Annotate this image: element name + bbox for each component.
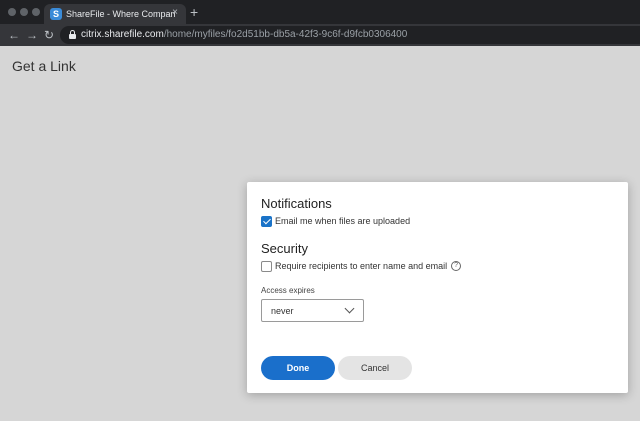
access-expires-value: never <box>271 306 294 316</box>
url-text: citrix.sharefile.com/home/myfiles/fo2d51… <box>81 29 407 41</box>
page-title: Get a Link <box>12 58 76 74</box>
access-expires-select[interactable]: never <box>261 299 364 322</box>
tab-title: ShareFile - Where Companies <box>66 9 176 19</box>
new-tab-icon[interactable]: + <box>190 5 198 19</box>
cancel-button[interactable]: Cancel <box>338 356 412 380</box>
chevron-down-icon <box>344 303 355 314</box>
address-bar[interactable]: citrix.sharefile.com/home/myfiles/fo2d51… <box>60 26 640 44</box>
lock-icon <box>69 30 76 39</box>
window-minimize-dot[interactable] <box>20 8 28 16</box>
done-button[interactable]: Done <box>261 356 335 380</box>
security-heading: Security <box>261 241 308 256</box>
url-host: citrix.sharefile.com <box>81 29 164 40</box>
help-icon[interactable]: ? <box>451 261 462 271</box>
get-link-options-dialog: Notifications Email me when files are up… <box>247 182 628 393</box>
notifications-heading: Notifications <box>261 196 332 211</box>
email-on-upload-option[interactable]: Email me when files are uploaded <box>261 215 410 227</box>
access-expires-label: Access expires <box>261 286 315 295</box>
forward-arrow-icon[interactable]: → <box>26 28 38 42</box>
back-arrow-icon[interactable]: ← <box>8 28 20 42</box>
sharefile-favicon-icon: S <box>50 8 62 20</box>
close-icon[interactable]: × <box>172 7 178 19</box>
email-on-upload-checkbox[interactable] <box>261 215 272 227</box>
require-recipient-info-option[interactable]: Require recipients to enter name and ema… <box>261 260 462 272</box>
require-recipient-info-label[interactable]: Require recipients to enter name and ema… <box>275 260 447 272</box>
window-zoom-dot[interactable] <box>32 8 40 16</box>
url-path: /home/myfiles/fo2d51bb-db5a-42f3-9c6f-d9… <box>163 29 408 40</box>
reload-icon[interactable]: ↻ <box>44 28 54 42</box>
window-close-dot[interactable] <box>8 8 16 16</box>
require-recipient-info-checkbox[interactable] <box>261 260 272 272</box>
browser-toolbar: ← → ↻ citrix.sharefile.com/home/myfiles/… <box>0 24 640 46</box>
email-on-upload-label[interactable]: Email me when files are uploaded <box>275 215 410 227</box>
browser-tab[interactable]: S ShareFile - Where Companies × <box>44 4 186 24</box>
browser-tabstrip: S ShareFile - Where Companies × + <box>0 0 640 24</box>
